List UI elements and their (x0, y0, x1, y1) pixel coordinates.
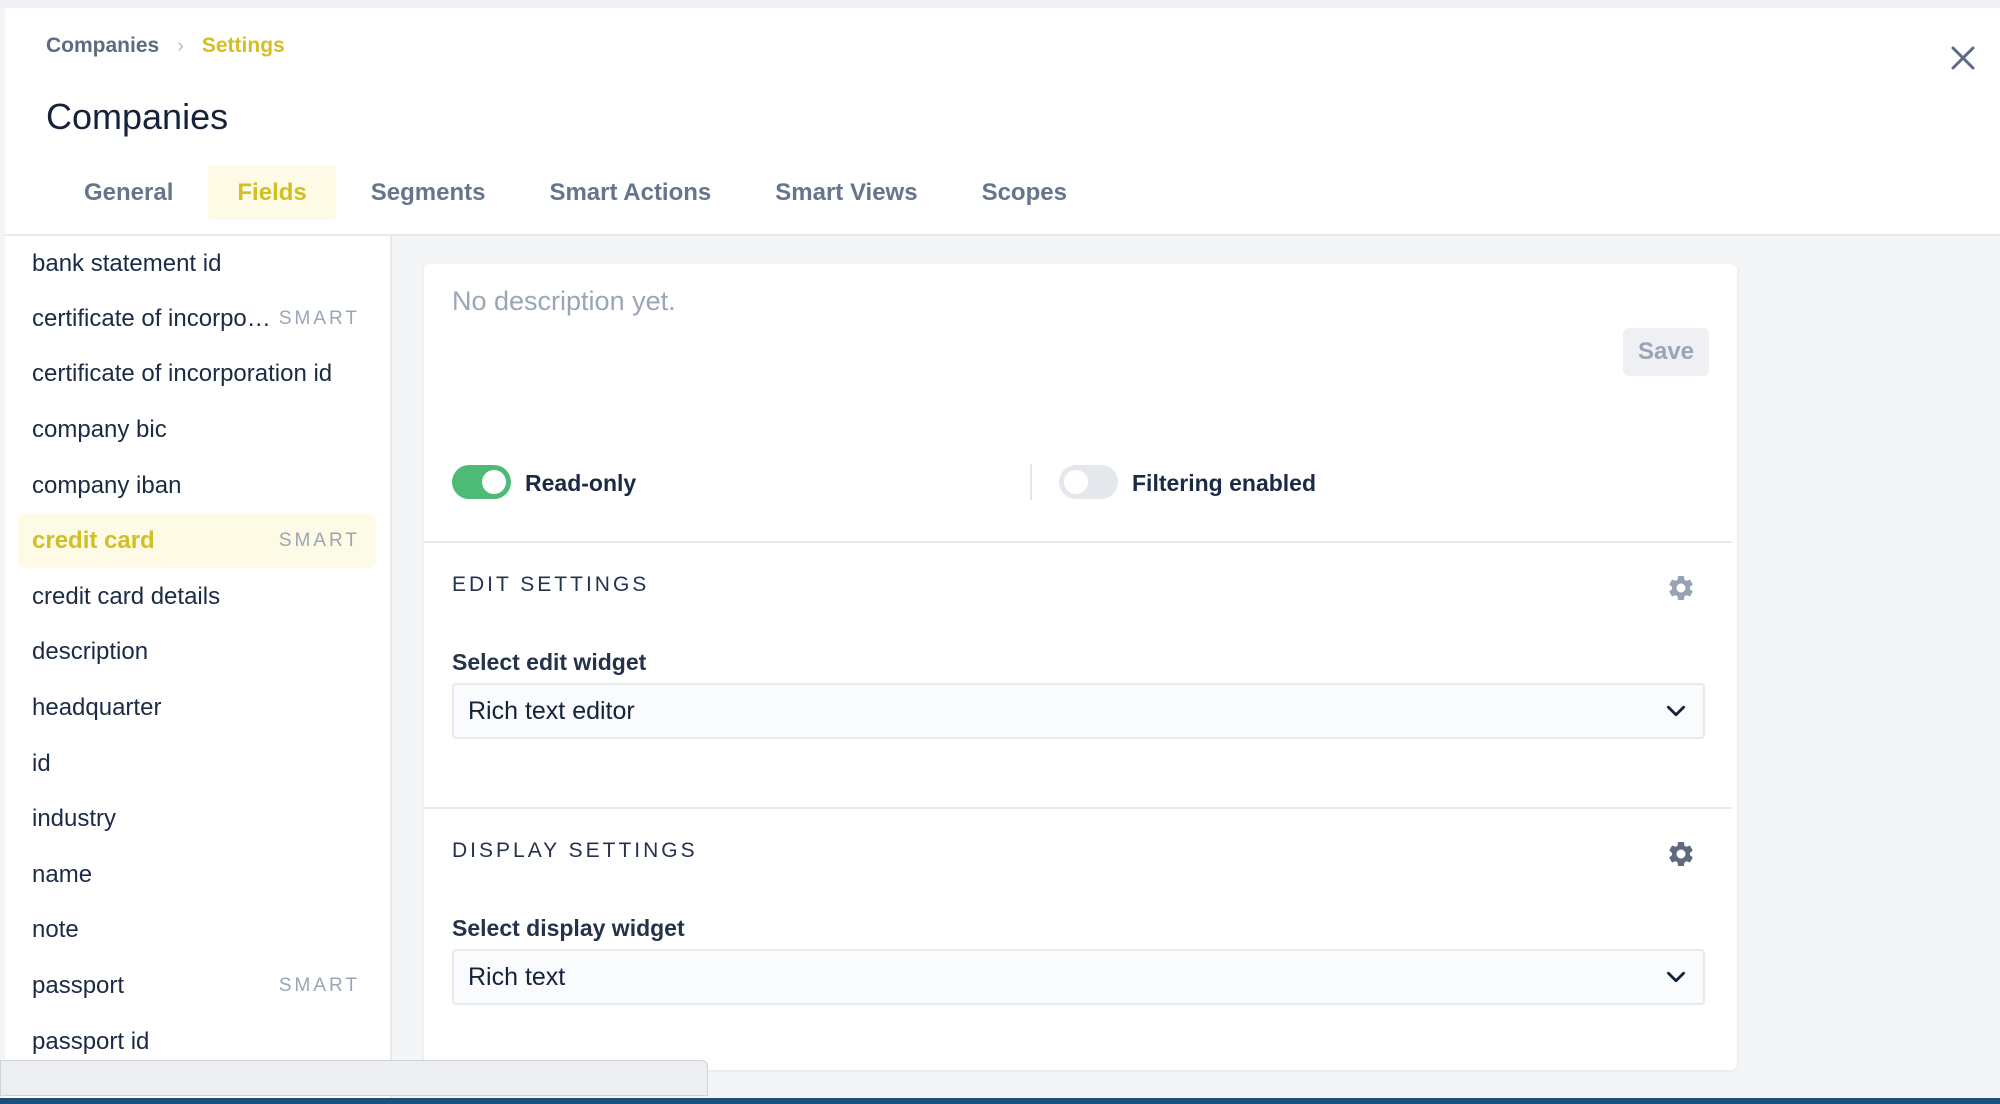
field-item-label: passport (32, 972, 125, 999)
smart-badge: SMART (278, 975, 360, 996)
toggle-knob (1064, 470, 1088, 494)
field-item-headquarter[interactable]: headquarter (18, 681, 376, 735)
field-item-label: id (32, 750, 51, 777)
field-item-note[interactable]: note (18, 903, 376, 957)
smart-badge: SMART (278, 530, 360, 551)
chevron-down-icon (1667, 705, 1685, 717)
display-settings-section: DISPLAY SETTINGS Select display widget R… (424, 807, 1732, 1070)
breadcrumb-settings: Settings (201, 34, 285, 57)
breadcrumb-companies[interactable]: Companies (46, 34, 159, 58)
read-only-toggle[interactable] (452, 465, 511, 499)
toggle-divider (1030, 464, 1032, 500)
edit-settings-title: EDIT SETTINGS (452, 573, 650, 596)
field-item-industry[interactable]: industry (18, 792, 376, 846)
field-item-label: certificate of incorporation (32, 305, 275, 332)
settings-panel: Companies › Settings Companies General F… (5, 8, 2000, 1100)
toggle-knob (482, 470, 506, 494)
tab-scopes[interactable]: Scopes (953, 165, 1096, 220)
field-item-label: credit card (32, 527, 155, 554)
field-settings-card: No description yet. Save Read-only Filte… (424, 264, 1737, 1070)
field-item-label: description (32, 638, 149, 665)
chevron-right-icon: › (177, 34, 184, 57)
field-item-id[interactable]: id (18, 737, 376, 791)
close-button[interactable] (1943, 38, 1983, 78)
field-item-label: headquarter (32, 694, 162, 721)
field-item-label: note (32, 916, 79, 943)
edit-widget-select[interactable]: Rich text editor (452, 683, 1705, 739)
field-item-label: name (32, 861, 93, 888)
field-item-label: credit card details (32, 583, 221, 610)
field-item-label: company bic (32, 416, 167, 443)
display-settings-title: DISPLAY SETTINGS (452, 839, 698, 862)
field-item-label: passport id (32, 1028, 150, 1055)
display-widget-value: Rich text (468, 962, 566, 991)
field-item-credit-card-details[interactable]: credit card details (18, 570, 376, 624)
field-item-passport[interactable]: passport SMART (18, 959, 376, 1013)
field-item-label: bank statement id (32, 250, 222, 277)
edit-settings-section: EDIT SETTINGS Select edit widget Rich te… (424, 541, 1732, 807)
save-button[interactable]: Save (1623, 328, 1709, 376)
field-item-name[interactable]: name (18, 848, 376, 902)
edit-widget-label: Select edit widget (452, 649, 647, 675)
window-bottom-strip (0, 1098, 2000, 1104)
read-only-label: Read-only (525, 470, 637, 496)
field-item-label: industry (32, 805, 117, 832)
tab-smart-actions[interactable]: Smart Actions (520, 165, 740, 220)
field-item-certificate-of-incorporation[interactable]: certificate of incorporation SMART (18, 292, 376, 346)
field-item-company-bic[interactable]: company bic (18, 403, 376, 457)
field-item-company-iban[interactable]: company iban (18, 459, 376, 513)
settings-header: Companies › Settings Companies General F… (5, 8, 2000, 236)
field-item-description[interactable]: description (18, 625, 376, 679)
tab-general[interactable]: General (55, 165, 202, 220)
tab-segments[interactable]: Segments (342, 165, 515, 220)
tab-smart-views[interactable]: Smart Views (746, 165, 946, 220)
field-item-certificate-of-incorporation-id[interactable]: certificate of incorporation id (18, 347, 376, 401)
field-item-label: certificate of incorporation id (32, 360, 333, 387)
field-item-label: company iban (32, 472, 182, 499)
fields-sidebar[interactable]: bank statement id certificate of incorpo… (5, 236, 392, 1100)
close-icon (1951, 46, 1975, 70)
description-input[interactable]: No description yet. (452, 286, 676, 317)
display-widget-label: Select display widget (452, 915, 685, 941)
field-item-bank-statement-id[interactable]: bank statement id (18, 237, 376, 291)
gear-icon[interactable] (1666, 573, 1696, 603)
field-item-credit-card[interactable]: credit card SMART (18, 514, 376, 568)
filtering-label: Filtering enabled (1132, 470, 1317, 496)
chevron-down-icon (1667, 971, 1685, 983)
window-top-strip (0, 0, 2000, 8)
field-settings-area: No description yet. Save Read-only Filte… (392, 236, 2000, 1100)
gear-icon[interactable] (1666, 839, 1696, 869)
filtering-toggle[interactable] (1059, 465, 1118, 499)
breadcrumb: Companies › Settings (46, 34, 285, 58)
display-widget-select[interactable]: Rich text (452, 949, 1705, 1005)
toggle-row: Read-only Filtering enabled (452, 462, 1709, 504)
horizontal-scrollbar[interactable] (0, 1060, 708, 1096)
edit-widget-value: Rich text editor (468, 696, 635, 725)
tab-bar: General Fields Segments Smart Actions Sm… (55, 165, 1102, 220)
smart-badge: SMART (278, 308, 360, 329)
page-title: Companies (46, 96, 229, 137)
tab-fields[interactable]: Fields (208, 165, 336, 220)
